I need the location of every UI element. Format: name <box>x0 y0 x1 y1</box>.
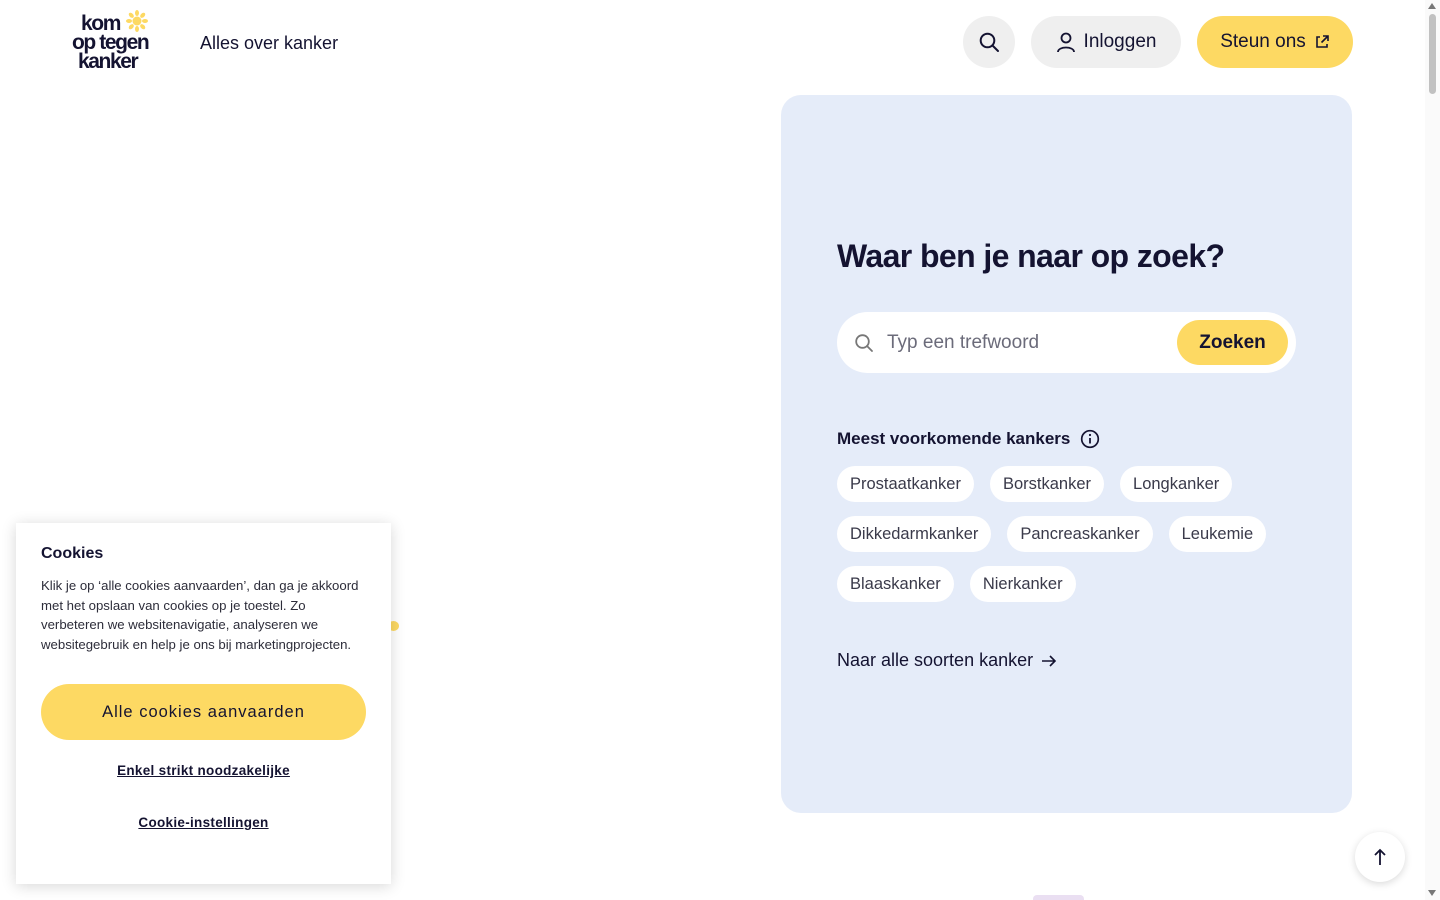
accept-all-cookies-button[interactable]: Alle cookies aanvaarden <box>41 684 366 740</box>
common-cancers-label: Meest voorkomende kankers <box>837 429 1071 448</box>
cookie-title: Cookies <box>41 545 104 562</box>
logo-text-line-3: kanker <box>78 50 139 73</box>
search-submit-button[interactable]: Zoeken <box>1177 320 1288 365</box>
scrollbar-thumb[interactable] <box>1429 14 1436 94</box>
support-button[interactable]: Steun ons <box>1197 16 1353 68</box>
scroll-down-arrow-icon[interactable] <box>1428 890 1436 896</box>
search-icon <box>855 334 873 352</box>
info-icon[interactable] <box>1080 429 1100 449</box>
back-to-top-button[interactable] <box>1355 832 1405 882</box>
chip-pancreaskanker[interactable]: Pancreaskanker <box>1007 516 1153 552</box>
login-button[interactable]: Inloggen <box>1031 16 1181 68</box>
search-input[interactable] <box>885 326 1169 360</box>
chip-leukemie[interactable]: Leukemie <box>1168 516 1267 552</box>
nav-link-about-cancer[interactable]: Alles over kanker <box>200 33 338 54</box>
strictly-necessary-link[interactable]: Enkel strikt noodzakelijke <box>41 763 366 778</box>
chip-blaaskanker[interactable]: Blaaskanker <box>837 566 954 602</box>
arrow-up-icon <box>1374 848 1386 865</box>
search-panel: Waar ben je naar op zoek? Zoeken Meest v… <box>781 95 1352 813</box>
all-cancer-types-label: Naar alle soorten kanker <box>837 650 1034 670</box>
site-logo[interactable]: kom op tegen kanker <box>72 10 164 76</box>
all-cancer-types-link[interactable]: Naar alle soorten kanker <box>837 650 1057 671</box>
chip-nierkanker[interactable]: Nierkanker <box>969 566 1076 602</box>
header-search-button[interactable] <box>963 16 1015 68</box>
user-icon <box>1056 32 1075 53</box>
cookie-body: Klik je op ‘alle cookies aanvaarden’, da… <box>41 578 359 652</box>
search-heading: Waar ben je naar op zoek? <box>837 238 1225 274</box>
cookie-settings-link[interactable]: Cookie-instellingen <box>41 815 366 830</box>
search-icon <box>979 32 999 52</box>
chip-longkanker[interactable]: Longkanker <box>1120 466 1233 502</box>
chip-borstkanker[interactable]: Borstkanker <box>989 466 1105 502</box>
search-bar: Zoeken <box>837 312 1296 373</box>
chip-dikkedarmkanker[interactable]: Dikkedarmkanker <box>837 516 992 552</box>
content-peek <box>1033 895 1084 900</box>
scroll-up-arrow-icon[interactable] <box>1428 3 1436 9</box>
login-label: Inloggen <box>1083 31 1157 52</box>
common-cancers-title: Meest voorkomende kankers <box>837 429 1100 449</box>
support-label: Steun ons <box>1220 31 1306 52</box>
page-scrollbar[interactable] <box>1425 0 1440 900</box>
arrow-right-icon <box>1042 654 1057 667</box>
sun-icon <box>126 10 148 32</box>
cancer-chips: Prostaatkanker Borstkanker Longkanker Di… <box>837 466 1317 602</box>
external-link-icon <box>1315 35 1329 48</box>
cookie-banner: Cookies Klik je op ‘alle cookies aanvaar… <box>16 523 391 884</box>
chip-prostaatkanker[interactable]: Prostaatkanker <box>837 466 974 502</box>
